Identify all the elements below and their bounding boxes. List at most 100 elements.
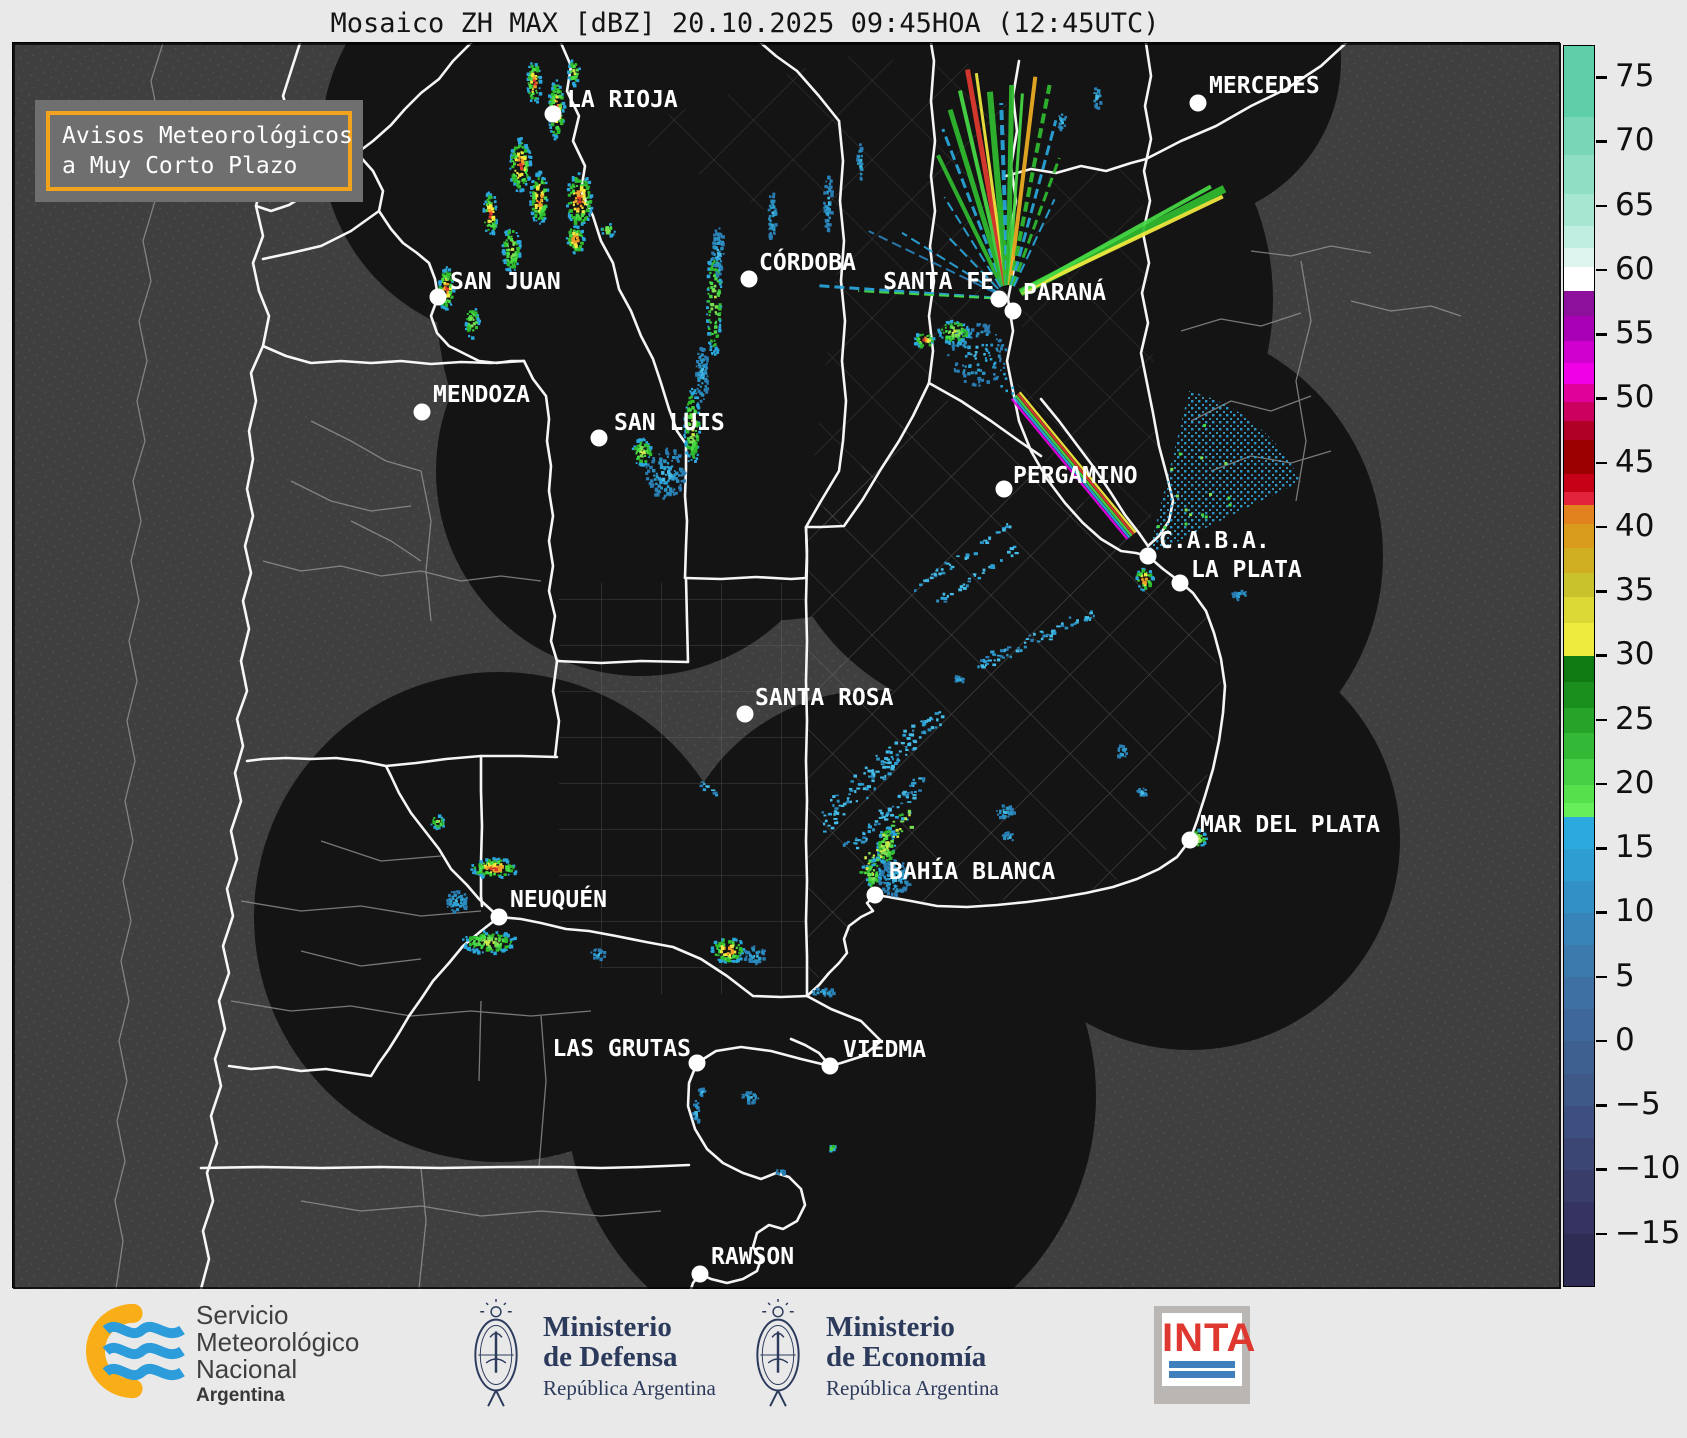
- city-label: PERGAMINO: [1013, 463, 1138, 489]
- colorbar-tick: [1596, 397, 1607, 400]
- colorbar-tick-label: 75: [1615, 58, 1654, 94]
- colorbar-segment: [1564, 267, 1594, 291]
- colorbar-segment: [1564, 402, 1594, 421]
- colorbar-segment: [1564, 708, 1594, 734]
- colorbar-segment: [1564, 945, 1594, 977]
- colorbar-segment: [1564, 573, 1594, 597]
- defensa-line-1: Ministerio: [543, 1312, 716, 1342]
- smn-line-4: Argentina: [196, 1385, 359, 1407]
- coat-of-arms-icon: [748, 1298, 808, 1416]
- colorbar-segment: [1564, 421, 1594, 440]
- city-label: SANTA ROSA: [755, 685, 894, 711]
- colorbar-segment: [1564, 492, 1594, 505]
- colorbar-tick-label: 60: [1615, 251, 1654, 287]
- colorbar-tick-label: 25: [1615, 701, 1654, 737]
- warning-line-2: a Muy Corto Plazo: [62, 151, 348, 181]
- smn-line-3: Nacional: [196, 1356, 359, 1383]
- colorbar-segment: [1564, 524, 1594, 548]
- colorbar-tick: [1596, 462, 1607, 465]
- defensa-text: Ministerio de Defensa República Argentin…: [543, 1312, 716, 1401]
- colorbar-segment: [1564, 803, 1594, 817]
- colorbar-segment: [1564, 1234, 1594, 1285]
- warning-box-border: Avisos Meteorológicos a Muy Corto Plazo: [46, 111, 352, 191]
- colorbar-segment: [1564, 548, 1594, 572]
- colorbar-segment: [1564, 316, 1594, 342]
- colorbar-tick: [1596, 1168, 1607, 1171]
- colorbar-tick: [1596, 976, 1607, 979]
- city-label: PARANÁ: [1023, 278, 1106, 306]
- inta-bar-1: [1169, 1361, 1235, 1368]
- radar-map: LA RIOJAMERCEDESSAN JUANCÓRDOBASANTA FEP…: [12, 42, 1560, 1288]
- colorbar-segment: [1564, 1170, 1594, 1202]
- city-label: SANTA FE: [883, 269, 994, 295]
- colorbar-segment: [1564, 440, 1594, 473]
- colorbar-segment: [1564, 785, 1594, 803]
- colorbar-tick-label: 45: [1615, 444, 1654, 480]
- colorbar-tick: [1596, 719, 1607, 722]
- colorbar-segment: [1564, 913, 1594, 945]
- colorbar-segment: [1564, 733, 1594, 759]
- city-dot: [1005, 303, 1022, 320]
- colorbar-segment: [1564, 597, 1594, 623]
- colorbar-tick: [1596, 847, 1607, 850]
- colorbar-tick: [1596, 205, 1607, 208]
- warning-line-1: Avisos Meteorológicos: [62, 121, 348, 151]
- city-dot: [430, 289, 447, 306]
- colorbar-segment: [1564, 977, 1594, 1009]
- city-label: BAHÍA BLANCA: [889, 857, 1055, 885]
- defensa-line-3: República Argentina: [543, 1376, 716, 1401]
- inta-bar-2: [1169, 1371, 1235, 1378]
- city-label: CÓRDOBA: [759, 248, 856, 276]
- smn-line-1: Servicio: [196, 1302, 359, 1329]
- colorbar-tick: [1596, 526, 1607, 529]
- city-label: MAR DEL PLATA: [1200, 812, 1380, 838]
- colorbar-segment: [1564, 194, 1594, 226]
- dbz-colorbar: [1563, 45, 1595, 1287]
- colorbar-tick-label: −10: [1615, 1150, 1680, 1186]
- colorbar-segment: [1564, 248, 1594, 267]
- city-label: RAWSON: [711, 1244, 794, 1270]
- colorbar-tick-label: 0: [1615, 1022, 1635, 1058]
- colorbar-segment: [1564, 817, 1594, 849]
- city-dot: [692, 1266, 709, 1283]
- city-dot: [1182, 832, 1199, 849]
- economia-coat-of-arms: [748, 1298, 808, 1420]
- colorbar-tick: [1596, 783, 1607, 786]
- colorbar-tick: [1596, 333, 1607, 336]
- city-label: C.A.B.A.: [1159, 528, 1270, 554]
- economia-line-2: de Economía: [826, 1342, 999, 1372]
- city-label: NEUQUÉN: [510, 885, 607, 913]
- defensa-coat-of-arms: [466, 1298, 526, 1420]
- colorbar-tick-label: 5: [1615, 958, 1635, 994]
- economia-text: Ministerio de Economía República Argenti…: [826, 1312, 999, 1401]
- colorbar-tick-label: −5: [1615, 1086, 1661, 1122]
- colorbar-segment: [1564, 1074, 1594, 1106]
- economia-line-1: Ministerio: [826, 1312, 999, 1342]
- colorbar-segment: [1564, 656, 1594, 682]
- smn-logo-icon: [58, 1296, 193, 1408]
- colorbar-tick: [1596, 1104, 1607, 1107]
- colorbar-tick: [1596, 1040, 1607, 1043]
- colorbar-segment: [1564, 849, 1594, 881]
- inta-logo: INTA: [1154, 1306, 1250, 1404]
- city-dot: [689, 1055, 706, 1072]
- coat-of-arms-icon: [466, 1298, 526, 1416]
- colorbar-segment: [1564, 117, 1594, 156]
- colorbar-tick: [1596, 1233, 1607, 1236]
- colorbar-tick: [1596, 911, 1607, 914]
- colorbar-tick-label: 15: [1615, 829, 1654, 865]
- city-dot: [867, 887, 884, 904]
- colorbar-segment: [1564, 623, 1594, 656]
- colorbar-segment: [1564, 46, 1594, 117]
- colorbar-segment: [1564, 1202, 1594, 1234]
- inta-logo-inner: INTA: [1162, 1313, 1242, 1386]
- colorbar-segment: [1564, 881, 1594, 913]
- colorbar-segment: [1564, 682, 1594, 708]
- city-dot: [545, 106, 562, 123]
- colorbar-tick-label: 40: [1615, 508, 1654, 544]
- colorbar-tick: [1596, 76, 1607, 79]
- city-label: MERCEDES: [1209, 73, 1320, 99]
- colorbar-tick-label: 35: [1615, 572, 1654, 608]
- colorbar-tick-label: 65: [1615, 187, 1654, 223]
- city-dot: [491, 909, 508, 926]
